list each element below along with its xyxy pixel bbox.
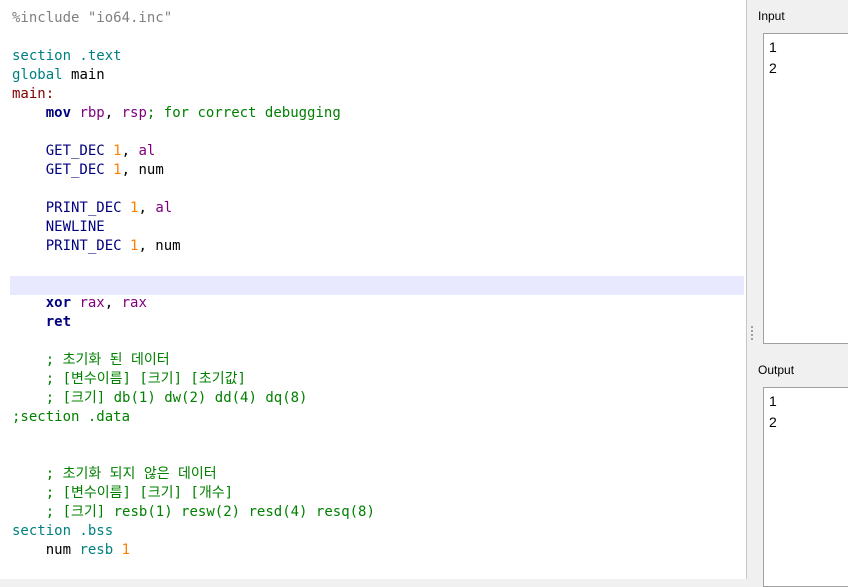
code-token: "io64.inc" (87, 10, 173, 26)
code-token: ret (45, 314, 72, 330)
input-textarea[interactable]: 12 (763, 33, 848, 344)
input-text-line: 1 (769, 39, 777, 55)
code-editor[interactable]: %include "io64.inc" section .text global m… (0, 0, 747, 579)
code-token: 1 (113, 162, 122, 178)
code-token: , num (121, 162, 164, 178)
code-token: , (138, 200, 156, 216)
code-token: , (121, 143, 139, 159)
code-line: ; 초기화 되지 않은 데이터 (12, 465, 217, 484)
code-line: global main (12, 66, 105, 85)
code-line: section .bss (12, 522, 113, 541)
code-token: NEWLINE (45, 219, 105, 235)
code-token: ; for correct debugging (146, 105, 341, 121)
code-token: xor (45, 295, 72, 311)
code-token: global (12, 67, 72, 83)
code-token: section .bss (12, 523, 114, 539)
code-line: section .text (12, 47, 122, 66)
code-token: PRINT_DEC (45, 200, 122, 216)
code-line: xor rax, rax (12, 294, 147, 313)
code-token: main: (12, 86, 55, 102)
code-token: ; 초기화 되지 않은 데이터 (12, 466, 217, 482)
code-token: resb (79, 542, 114, 558)
code-line: GET_DEC 1, num (12, 161, 164, 180)
code-token: ; [변수이름] [크기] [초기값] (12, 371, 246, 387)
current-line-highlight (10, 276, 744, 295)
code-token: , (104, 105, 122, 121)
code-token: , num (138, 238, 181, 254)
code-token: PRINT_DEC (45, 238, 122, 254)
code-token: ; [크기] db(1) dw(2) dd(4) dq(8) (12, 390, 308, 406)
code-line: ret (12, 313, 71, 332)
output-label: Output (758, 363, 795, 377)
input-label: Input (758, 9, 785, 23)
code-token: ; [변수이름] [크기] [개수] (12, 485, 234, 501)
code-token: GET_DEC (45, 143, 105, 159)
code-token: GET_DEC (45, 162, 105, 178)
code-line: GET_DEC 1, al (12, 142, 156, 161)
code-token: num (12, 542, 80, 558)
code-line: num resb 1 (12, 541, 130, 560)
code-token: ; [크기] resb(1) resw(2) resd(4) resq(8) (12, 504, 375, 520)
code-line: NEWLINE (12, 218, 105, 237)
code-token: mov (45, 105, 72, 121)
code-line: ; [변수이름] [크기] [초기값] (12, 370, 246, 389)
code-token: 1 (113, 143, 122, 159)
code-token: section .text (12, 48, 122, 64)
code-token: %include (12, 10, 88, 26)
code-line: ; 초기화 된 데이터 (12, 351, 170, 370)
code-token: 1 (121, 542, 131, 558)
code-token: rax (79, 295, 105, 311)
code-token: rsp (121, 105, 147, 121)
code-token: rbp (79, 105, 105, 121)
output-text-line: 2 (769, 414, 777, 430)
input-text-line: 2 (769, 60, 777, 76)
code-line: ;section .data (12, 408, 130, 427)
code-token: rax (121, 295, 147, 311)
code-line: main: (12, 85, 54, 104)
output-text-line: 1 (769, 393, 777, 409)
code-token: ; 초기화 된 데이터 (12, 352, 170, 368)
code-line: PRINT_DEC 1, al (12, 199, 172, 218)
code-line: mov rbp, rsp; for correct debugging (12, 104, 341, 123)
code-token: , (104, 295, 122, 311)
code-line: ; [크기] resb(1) resw(2) resd(4) resq(8) (12, 503, 375, 522)
code-line: PRINT_DEC 1, num (12, 237, 181, 256)
code-token: ;section .data (12, 409, 131, 425)
code-line: ; [변수이름] [크기] [개수] (12, 484, 233, 503)
output-textarea: 12 (763, 387, 848, 587)
code-token: al (138, 143, 156, 159)
code-token: main (71, 67, 105, 83)
code-token: al (155, 200, 173, 216)
code-line: %include "io64.inc" (12, 9, 172, 28)
code-line: ; [크기] db(1) dw(2) dd(4) dq(8) (12, 389, 308, 408)
pane-splitter-grip[interactable] (751, 326, 755, 340)
